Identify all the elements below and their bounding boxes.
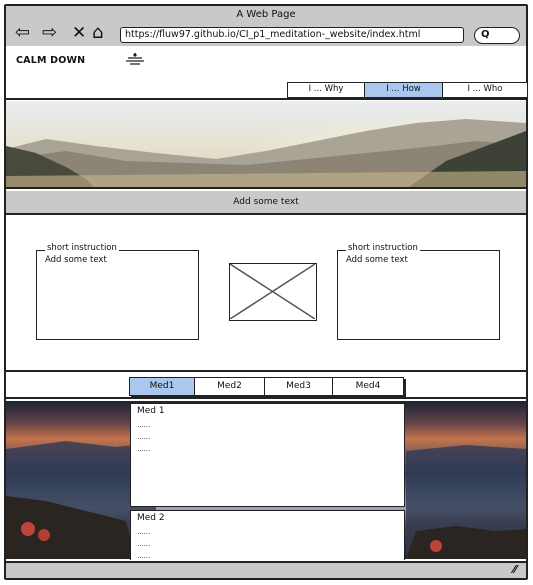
url-bar[interactable]: https://fluw97.github.io/CI_p1_meditatio… bbox=[120, 27, 464, 43]
panel-line: ...... bbox=[137, 540, 151, 548]
instruction-card-left: short instruction Add some text bbox=[36, 243, 199, 340]
image-placeholder-icon bbox=[229, 263, 317, 321]
panel-line: ...... bbox=[137, 528, 151, 536]
nav-item-why[interactable]: I ... Why bbox=[288, 83, 365, 97]
window-title: A Web Page bbox=[6, 6, 526, 24]
site-brand[interactable]: CALM DOWN bbox=[16, 55, 85, 66]
panel-line: ...... bbox=[137, 433, 151, 441]
search-box[interactable]: Q bbox=[474, 27, 520, 44]
instruction-text: Add some text bbox=[346, 255, 408, 265]
forward-arrow-icon[interactable]: ⇨ bbox=[42, 23, 57, 43]
meditation-tabs: Med1 Med2 Med3 Med4 bbox=[129, 377, 404, 396]
nav-item-how[interactable]: I ... How bbox=[365, 83, 443, 97]
panel-line: ...... bbox=[137, 421, 151, 429]
resize-grip-icon[interactable]: ⁄⁄ bbox=[513, 563, 517, 576]
instruction-title: short instruction bbox=[346, 243, 420, 253]
home-icon[interactable]: ⌂ bbox=[92, 23, 103, 43]
instruction-text: Add some text bbox=[45, 255, 107, 265]
mountain-landscape-image bbox=[6, 101, 526, 189]
tab-med4[interactable]: Med4 bbox=[333, 378, 403, 395]
tab-med1[interactable]: Med1 bbox=[130, 378, 195, 395]
nav-item-who[interactable]: I ... Who bbox=[443, 83, 527, 97]
panel-title: Med 2 bbox=[137, 513, 165, 523]
text-band: Add some text bbox=[6, 191, 526, 215]
tab-med2[interactable]: Med2 bbox=[195, 378, 265, 395]
meditation-icon bbox=[124, 52, 146, 69]
close-icon[interactable]: ✕ bbox=[72, 23, 86, 43]
panel-title: Med 1 bbox=[137, 406, 165, 416]
search-icon: Q bbox=[481, 29, 490, 40]
meditation-panel-1: Med 1 ...... ...... ...... bbox=[130, 403, 405, 507]
back-arrow-icon[interactable]: ⇦ bbox=[15, 23, 30, 43]
tab-med3[interactable]: Med3 bbox=[265, 378, 333, 395]
instruction-card-right: short instruction Add some text bbox=[337, 243, 500, 340]
panel-line: ...... bbox=[137, 445, 151, 453]
status-bar bbox=[6, 561, 526, 578]
meditation-panel-2: Med 2 ...... ...... ...... bbox=[130, 510, 405, 560]
instruction-title: short instruction bbox=[45, 243, 119, 253]
panel-line: ...... bbox=[137, 552, 151, 560]
site-nav: I ... Why I ... How I ... Who bbox=[287, 82, 528, 98]
